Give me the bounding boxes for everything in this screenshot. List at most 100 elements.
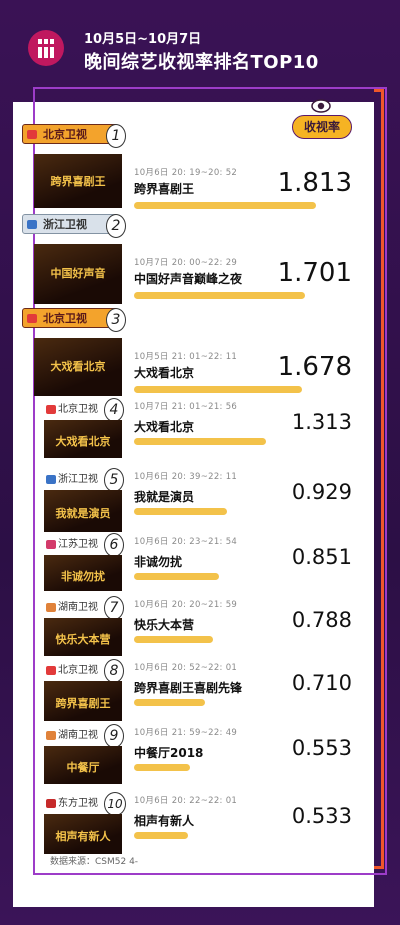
broadcast-time: 10月6日 20: 23~21: 54 <box>134 537 238 547</box>
channel-name: 湖南卫视 <box>58 730 98 741</box>
ranking-row: 北京卫视 4 大戏看北京 10月7日 21: 01~21: 56 大戏看北京 1.313 <box>0 398 400 464</box>
broadcast-time: 10月6日 21: 59~22: 49 <box>134 728 238 738</box>
broadcast-time: 10月7日 20: 00~22: 29 <box>134 258 238 268</box>
eye-icon <box>311 99 331 113</box>
rank-badge: 3 <box>106 308 126 332</box>
ranking-row: 北京卫视 3 大戏看北京 10月5日 21: 01~22: 11 大戏看北京 1.678 <box>0 308 400 398</box>
broadcast-time: 10月6日 20: 39~22: 11 <box>134 472 238 482</box>
channel-logo-icon <box>27 220 37 229</box>
show-name: 相声有新人 <box>134 814 195 828</box>
rating-bar <box>134 386 302 393</box>
thumbnail-text: 中国好声音 <box>50 267 106 280</box>
broadcast-time: 10月6日 20: 22~22: 01 <box>134 796 238 806</box>
rating-bar <box>134 292 305 299</box>
channel-name: 湖南卫视 <box>58 602 98 613</box>
broadcast-time: 10月6日 20: 19~20: 52 <box>134 168 238 178</box>
rating-bar <box>134 832 188 839</box>
broadcast-time: 10月5日 21: 01~22: 11 <box>134 352 238 362</box>
rating-bar <box>134 573 219 580</box>
ranking-row: 北京卫视 1 跨界喜剧王 10月6日 20: 19~20: 52 跨界喜剧王 1.813 <box>0 124 400 214</box>
show-thumbnail: 中餐厅 <box>44 746 122 784</box>
channel-logo-icon <box>46 799 56 808</box>
ranking-row: 浙江卫视 2 中国好声音 10月7日 20: 00~22: 29 中国好声音巅峰之夜 1.… <box>0 214 400 304</box>
thumbnail-text: 相声有新人 <box>55 830 111 843</box>
rating-value: 1.701 <box>277 258 352 288</box>
show-thumbnail: 我就是演员 <box>44 490 122 532</box>
show-thumbnail: 相声有新人 <box>44 814 122 854</box>
rating-value: 0.929 <box>291 480 352 504</box>
show-thumbnail: 非诚勿扰 <box>44 555 122 591</box>
ranking-row: 东方卫视 10 相声有新人 10月6日 20: 22~22: 01 相声有新人 0.533 <box>0 792 400 858</box>
rating-value: 0.553 <box>291 736 352 760</box>
channel-tag: 北京卫视 <box>22 308 118 328</box>
broadcast-time: 10月6日 20: 52~22: 01 <box>134 663 238 673</box>
channel-logo-icon <box>27 314 37 323</box>
show-name: 跨界喜剧王喜剧先锋 <box>134 681 243 695</box>
rating-value: 1.678 <box>277 352 352 382</box>
ranking-row: 北京卫视 8 跨界喜剧王 10月6日 20: 52~22: 01 跨界喜剧王喜剧先锋 0.… <box>0 659 400 725</box>
channel-name: 北京卫视 <box>58 404 98 415</box>
rating-bar <box>134 636 213 643</box>
rating-value: 0.788 <box>291 608 352 632</box>
rank-badge: 7 <box>104 596 124 620</box>
channel-logo-icon <box>46 475 56 484</box>
thumbnail-text: 跨界喜剧王 <box>55 697 111 710</box>
rating-value: 0.710 <box>291 671 352 695</box>
rank-badge: 8 <box>104 659 124 683</box>
thumbnail-text: 跨界喜剧王 <box>50 174 106 188</box>
show-thumbnail: 大戏看北京 <box>44 420 122 458</box>
show-name: 大戏看北京 <box>134 420 195 434</box>
rank-badge: 10 <box>104 792 126 816</box>
rank-badge: 4 <box>104 398 124 422</box>
show-thumbnail: 跨界喜剧王 <box>34 154 122 208</box>
channel-tag: 北京卫视 <box>22 124 118 144</box>
rating-bar <box>134 202 316 209</box>
thumbnail-text: 非诚勿扰 <box>61 569 105 583</box>
rating-bar <box>134 764 190 771</box>
show-name: 跨界喜剧王 <box>134 182 195 196</box>
channel-logo-icon <box>46 731 56 740</box>
ranking-row: 湖南卫视 9 中餐厅 10月6日 21: 59~22: 49 中餐厅2018 0.553 <box>0 724 400 790</box>
show-thumbnail: 大戏看北京 <box>34 338 122 396</box>
rank-badge: 1 <box>106 124 126 148</box>
channel-name: 北京卫视 <box>58 665 98 676</box>
channel-name: 江苏卫视 <box>58 539 98 550</box>
show-name: 中国好声音巅峰之夜 <box>134 272 243 286</box>
channel-logo-icon <box>46 603 56 612</box>
page-title: 晚间综艺收视率排名TOP10 <box>84 52 319 73</box>
ranking-row: 湖南卫视 7 快乐大本营 10月6日 20: 20~21: 59 快乐大本营 0.788 <box>0 596 400 662</box>
channel-logo-icon <box>46 540 56 549</box>
show-thumbnail: 中国好声音 <box>34 244 122 304</box>
show-name: 中餐厅2018 <box>134 746 204 760</box>
rank-badge: 9 <box>104 724 124 748</box>
show-thumbnail: 快乐大本营 <box>44 618 122 656</box>
show-name: 非诚勿扰 <box>134 555 183 569</box>
rating-value: 1.813 <box>277 168 352 198</box>
show-name: 大戏看北京 <box>134 366 195 380</box>
ranking-row: 浙江卫视 5 我就是演员 10月6日 20: 39~22: 11 我就是演员 0.929 <box>0 468 400 534</box>
channel-logo-icon <box>27 130 37 139</box>
channel-name: 浙江卫视 <box>58 474 98 485</box>
rank-badge: 6 <box>104 533 124 557</box>
rank-badge: 5 <box>104 468 124 492</box>
brand-logo-icon <box>28 30 64 66</box>
data-source: 数据来源：CSM52 4- <box>50 857 139 867</box>
show-thumbnail: 跨界喜剧王 <box>44 681 122 721</box>
channel-tag: 浙江卫视 <box>22 214 118 234</box>
channel-name: 东方卫视 <box>58 798 98 809</box>
rating-bar <box>134 508 227 515</box>
thumbnail-text: 大戏看北京 <box>55 435 111 449</box>
rating-value: 0.533 <box>291 804 352 828</box>
channel-name: 浙江卫视 <box>43 218 87 231</box>
thumbnail-text: 快乐大本营 <box>55 633 111 647</box>
ranking-row: 江苏卫视 6 非诚勿扰 10月6日 20: 23~21: 54 非诚勿扰 0.851 <box>0 533 400 599</box>
thumbnail-text: 我就是演员 <box>55 506 111 520</box>
rating-bar <box>134 438 266 445</box>
date-range: 10月5日~10月7日 <box>84 32 202 47</box>
rating-bar <box>134 699 205 706</box>
channel-logo-icon <box>46 666 56 675</box>
broadcast-time: 10月7日 21: 01~21: 56 <box>134 402 238 412</box>
broadcast-time: 10月6日 20: 20~21: 59 <box>134 600 238 610</box>
thumbnail-text: 大戏看北京 <box>50 360 106 374</box>
thumbnail-text: 中餐厅 <box>66 761 100 775</box>
